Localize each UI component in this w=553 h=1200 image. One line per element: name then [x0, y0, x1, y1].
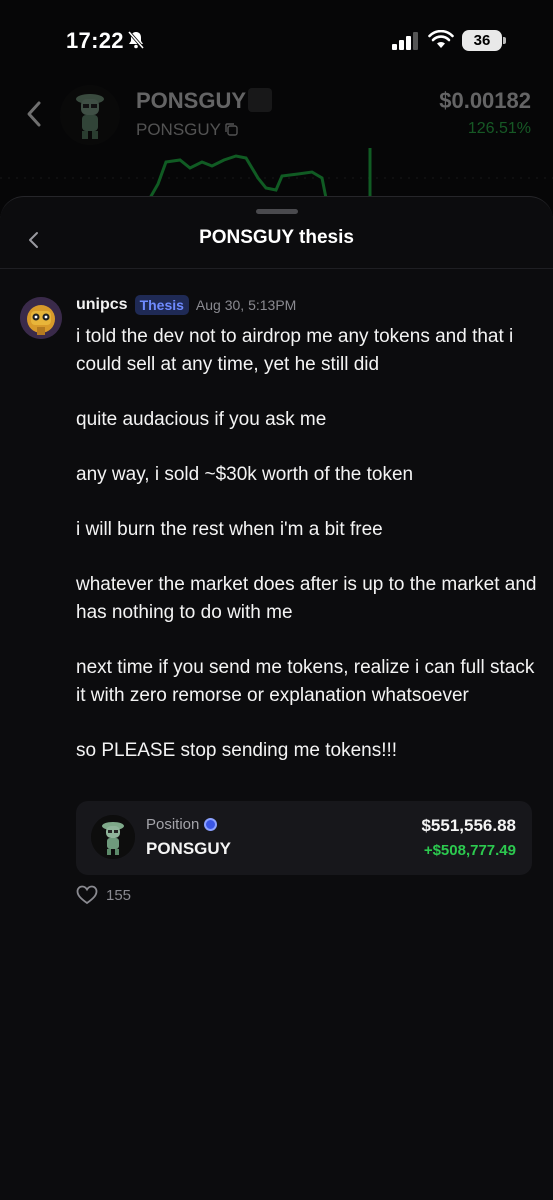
- like-count: 155: [106, 886, 132, 904]
- wifi-icon: [428, 30, 454, 48]
- position-token-avatar: [91, 815, 135, 859]
- position-pnl: +$508,777.49: [423, 842, 516, 859]
- position-label-row: Position: [146, 816, 218, 833]
- token-name: PONSGUY: [136, 88, 247, 113]
- position-status-dot-icon: [204, 818, 218, 831]
- battery-tip: [503, 37, 506, 44]
- thesis-sheet: PONSGUY thesis unipcs Thesis Aug 30, 5:1…: [0, 196, 553, 1200]
- author-name[interactable]: unipcs: [76, 296, 128, 314]
- token-avatar: [60, 85, 120, 145]
- position-value: $551,556.88: [421, 816, 516, 835]
- post-paragraph: i told the dev not to airdrop me any tok…: [76, 326, 514, 375]
- token-header: PONSGUY PONSGUY $0.00182 126.51%: [0, 80, 553, 210]
- author-avatar[interactable]: [20, 297, 62, 339]
- verified-badge-icon: [248, 88, 272, 112]
- post-paragraph: i will burn the rest when i'm a bit free: [76, 519, 383, 540]
- thesis-badge: Thesis: [134, 295, 189, 315]
- position-label: Position: [146, 816, 200, 833]
- post-date: Aug 30, 5:13PM: [195, 297, 297, 313]
- position-card[interactable]: Position PONSGUY $551,556.88 +$508,777.4…: [76, 801, 532, 875]
- token-change: 126.51%: [467, 120, 531, 137]
- sheet-header: PONSGUY thesis: [0, 215, 553, 269]
- post-body: i told the dev not to airdrop me any tok…: [76, 323, 538, 792]
- post-paragraph: quite audacious if you ask me: [76, 409, 327, 430]
- screen: 17:22 36 PONSGUY PONSGUY $0.00182 126.51…: [0, 0, 553, 1200]
- sheet-title: PONSGUY thesis: [199, 227, 354, 248]
- post-paragraph: any way, i sold ~$30k worth of the token: [76, 464, 414, 485]
- like-button[interactable]: 155: [76, 885, 131, 905]
- status-bar: 17:22 36: [0, 0, 553, 80]
- sheet-grabber[interactable]: [256, 209, 298, 214]
- token-price: $0.00182: [439, 88, 531, 113]
- post-paragraph: next time if you send me tokens, realize…: [76, 657, 535, 706]
- position-token: PONSGUY: [146, 839, 232, 858]
- cellular-signal-icon: [392, 32, 418, 50]
- token-ticker: PONSGUY: [136, 120, 222, 139]
- post-paragraph: so PLEASE stop sending me tokens!!!: [76, 740, 398, 761]
- heart-icon: [76, 885, 98, 905]
- copy-icon[interactable]: [224, 122, 238, 136]
- bell-off-icon: [127, 30, 145, 50]
- post-meta: unipcs Thesis Aug 30, 5:13PM: [76, 293, 296, 317]
- post-paragraph: whatever the market does after is up to …: [76, 574, 537, 623]
- battery-indicator: 36: [462, 30, 502, 51]
- chevron-left-icon[interactable]: [26, 100, 42, 128]
- status-time: 17:22: [66, 28, 124, 53]
